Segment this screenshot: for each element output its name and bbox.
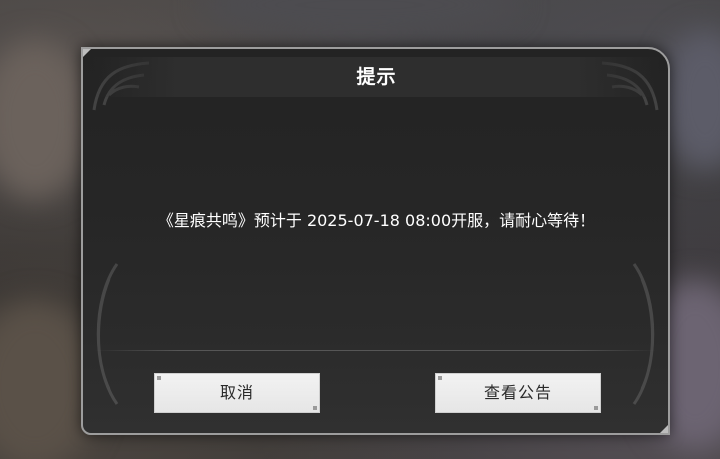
dialog-header: 提示 [93, 57, 660, 97]
notice-dialog: 提示 《星痕共鸣》预计于 2025-07-18 08:00开服，请耐心等待！ 取… [81, 47, 670, 435]
scroll-ornament-icon [632, 263, 655, 405]
corner-ornament-bottom-right [658, 423, 668, 433]
background-blur-top [200, 0, 520, 40]
dialog-message: 《星痕共鸣》预计于 2025-07-18 08:00开服，请耐心等待！ [157, 211, 596, 230]
background-blur-left [0, 40, 90, 200]
scroll-ornament-icon [96, 263, 119, 405]
dialog-divider [93, 350, 658, 351]
dialog-title: 提示 [356, 66, 397, 88]
view-announcement-button[interactable]: 查看公告 [435, 373, 601, 413]
cancel-button[interactable]: 取消 [154, 373, 320, 413]
